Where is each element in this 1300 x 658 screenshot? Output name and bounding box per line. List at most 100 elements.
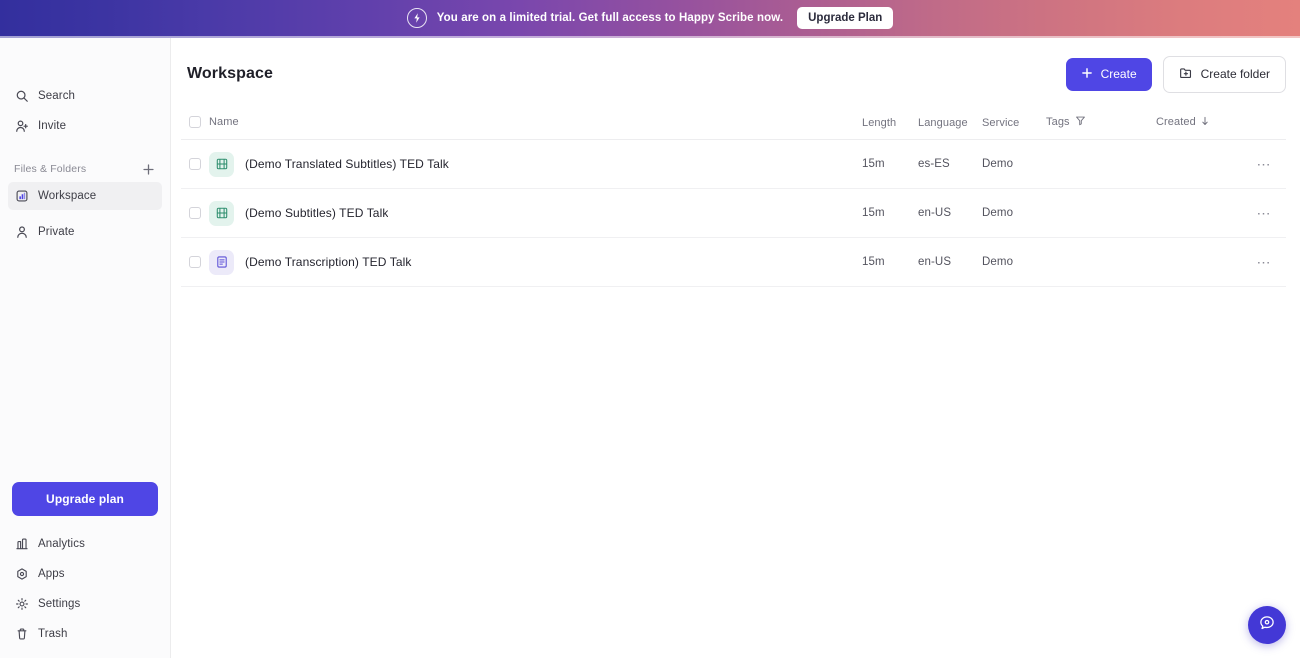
row-service: Demo: [982, 158, 1014, 170]
transcription-document-icon: [209, 249, 234, 275]
select-all-checkbox[interactable]: [189, 115, 201, 128]
trial-banner: You are on a limited trial. Get full acc…: [0, 0, 1300, 38]
sidebar-item-label: Workspace: [38, 190, 97, 202]
section-title: Files & Folders: [14, 163, 87, 175]
app-body: Search Invite Files & Folders Workspace …: [0, 38, 1300, 658]
sidebar-item-private[interactable]: Private: [8, 218, 162, 246]
plus-icon[interactable]: [140, 161, 156, 177]
sidebar-item-label: Settings: [38, 598, 81, 610]
row-checkbox[interactable]: [189, 256, 201, 268]
sidebar-upgrade-plan-button[interactable]: Upgrade plan: [12, 482, 158, 516]
row-checkbox[interactable]: [189, 207, 201, 219]
row-more-menu-button[interactable]: ⋯: [1253, 202, 1275, 224]
table-row[interactable]: (Demo Translated Subtitles) TED Talk 15m…: [181, 140, 1286, 189]
sidebar-item-label: Invite: [38, 120, 67, 132]
column-header-language[interactable]: Language: [918, 113, 982, 131]
apps-icon: [14, 567, 29, 582]
row-more-menu-button[interactable]: ⋯: [1253, 153, 1275, 175]
sidebar-item-label: Trash: [38, 628, 68, 640]
column-header-service[interactable]: Service: [982, 113, 1046, 131]
trial-message: You are on a limited trial. Get full acc…: [436, 12, 784, 24]
create-button-label: Create: [1100, 67, 1137, 81]
row-language: es-ES: [918, 158, 950, 170]
main-header: Workspace Create Create folder: [171, 38, 1300, 110]
row-language: en-US: [918, 256, 952, 268]
trash-icon: [14, 627, 29, 642]
sort-arrow-down-icon[interactable]: [1200, 113, 1210, 131]
column-header-length[interactable]: Length: [862, 113, 918, 131]
column-header-label: Name: [209, 115, 239, 128]
upgrade-plan-button[interactable]: Upgrade Plan: [797, 7, 894, 29]
sidebar-bottom-nav: Analytics Apps Settings Trash: [0, 530, 170, 650]
gear-icon: [14, 597, 29, 612]
row-checkbox[interactable]: [189, 158, 201, 170]
row-language: en-US: [918, 207, 952, 219]
analytics-icon: [14, 537, 29, 552]
sidebar-item-apps[interactable]: Apps: [8, 560, 162, 588]
row-name-cell: (Demo Transcription) TED Talk: [209, 249, 862, 275]
sidebar-item-label: Search: [38, 90, 76, 102]
subtitles-film-icon: [209, 200, 234, 226]
plus-icon: [1081, 67, 1093, 82]
row-name: (Demo Transcription) TED Talk: [245, 255, 412, 269]
sidebar-item-search[interactable]: Search: [8, 82, 162, 110]
sidebar-item-invite[interactable]: Invite: [8, 112, 162, 140]
column-header-label: Length: [862, 116, 897, 129]
row-length: 15m: [862, 158, 885, 170]
filter-funnel-icon[interactable]: [1075, 113, 1086, 131]
sidebar-upgrade-wrap: Upgrade plan: [0, 482, 170, 530]
sidebar-item-label: Apps: [38, 568, 65, 580]
files-table: Name Length Language Service Tags Create…: [171, 110, 1300, 287]
happy-scribe-logo-icon: [406, 8, 427, 28]
sidebar-top-spacer: [0, 38, 170, 82]
column-header-name[interactable]: Name: [209, 116, 862, 128]
sidebar-item-settings[interactable]: Settings: [8, 590, 162, 618]
row-select-cell: [181, 207, 209, 219]
folder-plus-icon: [1179, 66, 1193, 83]
files-and-folders-section-header: Files & Folders: [0, 156, 170, 182]
table-row[interactable]: (Demo Subtitles) TED Talk 15m en-US Demo…: [181, 189, 1286, 238]
chat-help-icon: [1258, 614, 1276, 637]
search-icon: [14, 89, 29, 104]
bar-chart-icon: [14, 189, 29, 204]
row-select-cell: [181, 158, 209, 170]
row-select-cell: [181, 256, 209, 268]
row-name-cell: (Demo Translated Subtitles) TED Talk: [209, 151, 862, 177]
column-header-tags[interactable]: Tags: [1046, 113, 1156, 131]
row-service: Demo: [982, 207, 1014, 219]
column-header-label: Created: [1156, 115, 1196, 128]
column-header-created[interactable]: Created: [1156, 113, 1242, 131]
header-actions: Create Create folder: [1065, 55, 1286, 93]
sidebar: Search Invite Files & Folders Workspace …: [0, 38, 171, 658]
sidebar-item-label: Analytics: [38, 538, 85, 550]
subtitles-film-icon: [209, 151, 234, 177]
table-row[interactable]: (Demo Transcription) TED Talk 15m en-US …: [181, 238, 1286, 287]
row-actions-cell: ⋯: [1242, 153, 1286, 175]
chat-help-button[interactable]: [1248, 606, 1286, 644]
row-length: 15m: [862, 207, 885, 219]
row-name: (Demo Translated Subtitles) TED Talk: [245, 157, 449, 171]
sidebar-primary-nav: Search Invite: [0, 82, 170, 142]
create-folder-button[interactable]: Create folder: [1162, 55, 1286, 93]
row-service: Demo: [982, 256, 1014, 268]
sidebar-folders-nav: Workspace Private: [0, 182, 170, 248]
person-icon: [14, 225, 29, 240]
row-actions-cell: ⋯: [1242, 251, 1286, 273]
row-more-menu-button[interactable]: ⋯: [1253, 251, 1275, 273]
sidebar-item-workspace[interactable]: Workspace: [8, 182, 162, 210]
row-actions-cell: ⋯: [1242, 202, 1286, 224]
select-all-cell: [181, 115, 209, 128]
create-folder-button-label: Create folder: [1200, 67, 1270, 81]
row-name: (Demo Subtitles) TED Talk: [245, 206, 389, 220]
create-button[interactable]: Create: [1065, 57, 1152, 91]
column-header-label: Language: [918, 116, 968, 129]
sidebar-item-trash[interactable]: Trash: [8, 620, 162, 648]
sidebar-item-analytics[interactable]: Analytics: [8, 530, 162, 558]
page-title: Workspace: [187, 65, 273, 82]
table-header-row: Name Length Language Service Tags Create…: [181, 110, 1286, 140]
row-length: 15m: [862, 256, 885, 268]
invite-person-icon: [14, 119, 29, 134]
row-name-cell: (Demo Subtitles) TED Talk: [209, 200, 862, 226]
sidebar-item-label: Private: [38, 226, 75, 238]
